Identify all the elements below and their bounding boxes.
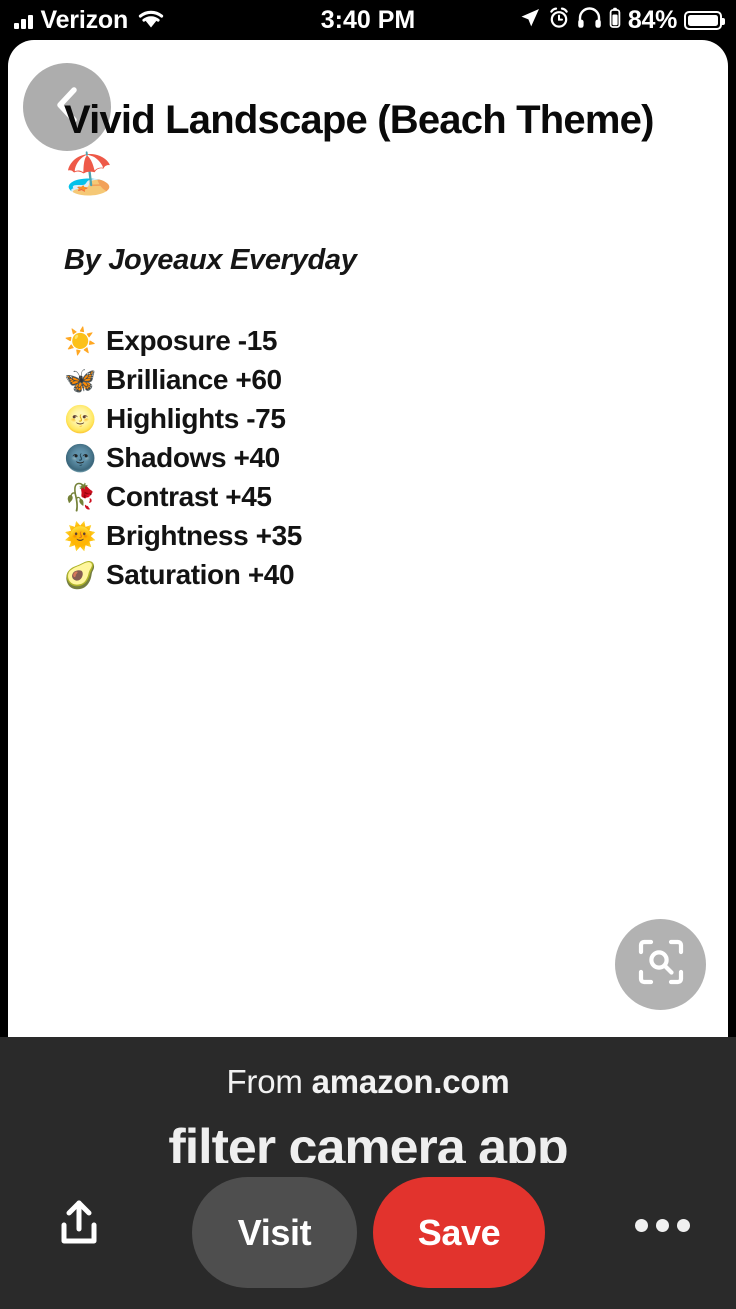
source-line[interactable]: From amazon.com	[0, 1063, 736, 1101]
more-options-button[interactable]	[626, 1205, 698, 1245]
share-button[interactable]	[48, 1194, 110, 1256]
list-item: 🌞 Brightness +35	[64, 516, 624, 555]
visit-button-label: Visit	[237, 1211, 312, 1253]
list-item: 🦋 Brilliance +60	[64, 360, 624, 399]
location-arrow-icon	[519, 7, 541, 34]
source-domain: amazon.com	[311, 1063, 510, 1100]
list-item: 🥀 Contrast +45	[64, 477, 624, 516]
list-item: 🥑 Saturation +40	[64, 555, 624, 594]
pin-title: Vivid Landscape (Beach Theme) 🏖️	[64, 98, 654, 196]
headphones-icon	[577, 6, 602, 34]
setting-label: Saturation +40	[106, 558, 295, 590]
setting-emoji-icon: 🌝	[64, 403, 96, 434]
status-bar: Verizon 3:40 PM 84%	[0, 0, 736, 40]
setting-emoji-icon: 🌚	[64, 442, 96, 473]
setting-label: Brilliance +60	[106, 363, 282, 395]
pinterest-pin-screen: Verizon 3:40 PM 84% Vivid Landscape (Bea…	[0, 0, 736, 1309]
visual-search-button[interactable]	[615, 919, 706, 1010]
setting-emoji-icon: ☀️	[64, 325, 96, 356]
setting-label: Brightness +35	[106, 519, 302, 551]
headphone-battery-icon	[609, 7, 621, 34]
setting-emoji-icon: 🌞	[64, 520, 96, 551]
list-item: 🌝 Highlights -75	[64, 399, 624, 438]
list-item: ☀️ Exposure -15	[64, 321, 624, 360]
list-item: 🌚 Shadows +40	[64, 438, 624, 477]
setting-label: Highlights -75	[106, 402, 286, 434]
chevron-left-icon	[50, 85, 84, 130]
visual-search-icon	[636, 937, 686, 992]
setting-label: Exposure -15	[106, 324, 278, 356]
setting-label: Contrast +45	[106, 480, 272, 512]
alarm-clock-icon	[548, 6, 570, 34]
more-horizontal-icon	[634, 1218, 690, 1232]
setting-emoji-icon: 🥀	[64, 481, 96, 512]
back-button[interactable]	[23, 63, 111, 151]
source-from-prefix: From	[226, 1063, 312, 1100]
battery-percent-label: 84%	[627, 5, 677, 34]
setting-emoji-icon: 🥑	[64, 559, 96, 590]
pin-author: By Joyeaux Everyday	[64, 244, 357, 276]
save-button[interactable]: Save	[373, 1177, 545, 1288]
status-bar-right: 84%	[519, 0, 725, 40]
action-bar: Visit Save	[0, 1163, 736, 1309]
share-icon	[56, 1198, 102, 1253]
setting-emoji-icon: 🦋	[64, 364, 96, 395]
pin-card: Vivid Landscape (Beach Theme) 🏖️ By Joye…	[8, 40, 728, 1037]
setting-label: Shadows +40	[106, 441, 280, 473]
battery-icon	[684, 10, 725, 30]
settings-list: ☀️ Exposure -15 🦋 Brilliance +60 🌝 Highl…	[64, 321, 624, 594]
visit-button[interactable]: Visit	[192, 1177, 357, 1288]
save-button-label: Save	[417, 1211, 501, 1253]
clock-label: 3:40 PM	[320, 5, 416, 34]
